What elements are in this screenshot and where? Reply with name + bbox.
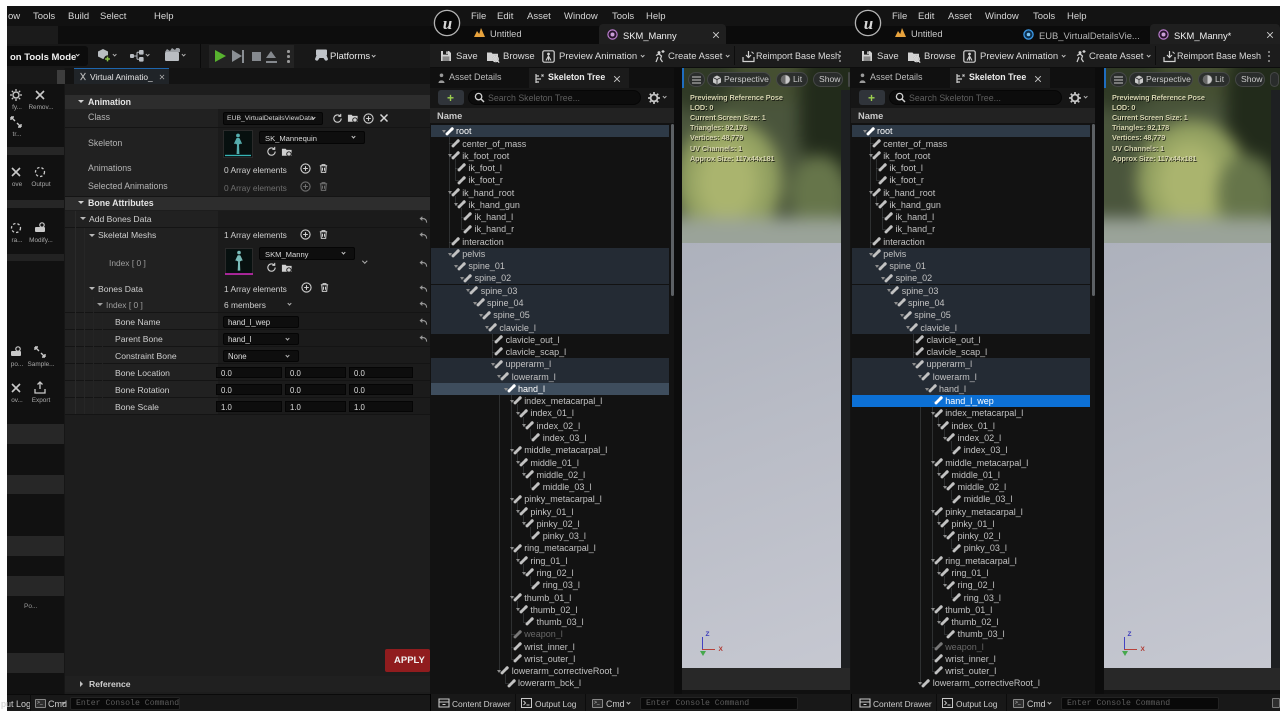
svg-text:u: u bbox=[864, 14, 873, 33]
svg-text:u: u bbox=[443, 14, 452, 33]
